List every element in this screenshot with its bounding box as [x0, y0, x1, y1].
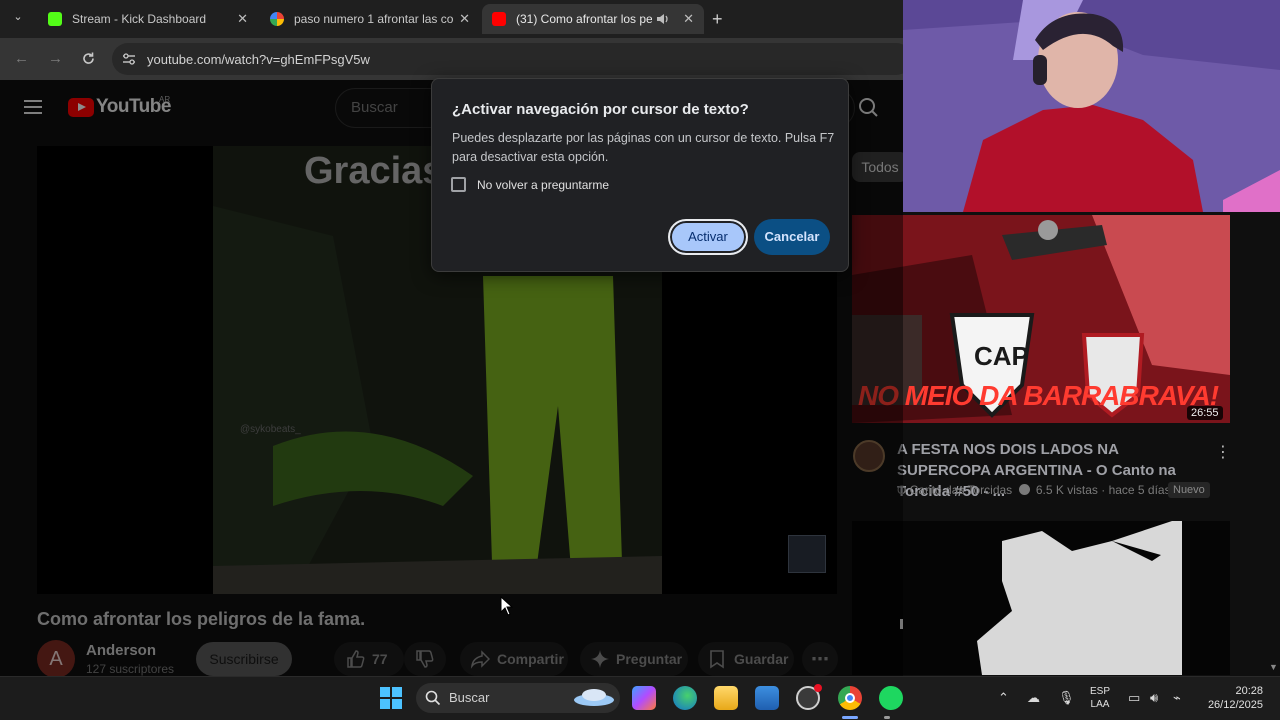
caret-browsing-dialog: ¿Activar navegación por cursor de texto?… — [431, 78, 849, 272]
language-code: ESP — [1090, 686, 1111, 697]
recommended-video-meta: O Canto das Torcidas 6.5 K vistas · hace… — [897, 483, 1171, 497]
new-badge: Nuevo — [1168, 482, 1210, 498]
spotify-icon[interactable] — [879, 686, 903, 710]
recommended-channel-name[interactable]: O Canto das Torcidas — [897, 483, 1012, 497]
svg-text:CAP: CAP — [974, 341, 1029, 371]
notification-badge — [814, 684, 822, 692]
chrome-running-indicator — [842, 716, 858, 719]
meta-separator: · — [1097, 483, 1109, 497]
video-duration: 26:55 — [1187, 406, 1223, 420]
volume-icon[interactable]: 🔊︎ — [1150, 690, 1158, 706]
recommended-video-thumbnail-2[interactable] — [852, 521, 1230, 675]
input-language-indicator[interactable]: ESP LAA — [1090, 685, 1110, 711]
chrome-icon-center — [845, 693, 855, 703]
kick-icon — [48, 12, 62, 26]
activate-button[interactable]: Activar — [668, 219, 748, 255]
close-icon[interactable]: ✕ — [683, 11, 694, 27]
thumbnail-image — [900, 521, 1182, 675]
dont-ask-again-label[interactable]: No volver a preguntarme — [477, 178, 609, 192]
microsoft-store-icon[interactable] — [755, 686, 779, 710]
dont-ask-again-checkbox[interactable] — [451, 177, 466, 192]
search-icon — [425, 690, 441, 706]
file-explorer-icon[interactable] — [714, 686, 738, 710]
tab-title: paso numero 1 afrontar las co — [294, 12, 454, 26]
windows-start-icon[interactable] — [380, 687, 402, 709]
scroll-down-arrow-icon[interactable]: ▼ — [1269, 662, 1278, 672]
upload-age: hace 5 días — [1108, 483, 1171, 497]
close-icon[interactable]: ✕ — [459, 11, 470, 27]
youtube-icon — [492, 12, 506, 26]
network-icon[interactable]: ▭ — [1128, 690, 1140, 706]
view-count: 6.5 K vistas — [1035, 483, 1098, 497]
tab-search-dropdown[interactable]: ⌄ — [8, 10, 28, 28]
tab-title: (31) Como afrontar los pelig — [516, 12, 652, 26]
site-settings-icon[interactable] — [122, 53, 136, 65]
google-icon — [270, 12, 284, 26]
taskbar-clock[interactable]: 20:28 26/12/2025 — [1203, 684, 1263, 712]
dialog-title: ¿Activar navegación por cursor de texto? — [452, 101, 749, 118]
battery-icon[interactable]: ⌁ — [1173, 690, 1181, 706]
page-scrollbar[interactable] — [1268, 212, 1280, 676]
webcam-overlay — [903, 0, 1280, 212]
tab-google-search[interactable]: paso numero 1 afrontar las co ✕ — [260, 4, 480, 34]
microphone-icon[interactable]: 🎙︎ — [1058, 690, 1075, 706]
more-vert-icon[interactable]: ⋮ — [1215, 442, 1231, 462]
thumbnail-overlay-text: NO MEIO DA BARRABRAVA! — [858, 380, 1219, 411]
clock-time: 20:28 — [1235, 685, 1263, 697]
taskbar-search-label: Buscar — [449, 690, 490, 705]
tab-kick-dashboard[interactable]: Stream - Kick Dashboard ✕ — [38, 4, 258, 34]
copilot-icon[interactable] — [632, 686, 656, 710]
keyboard-layout: LAA — [1090, 699, 1110, 710]
dialog-body: Puedes desplazarte por las páginas con u… — [452, 131, 835, 164]
search-highlight-icon — [574, 689, 614, 706]
webcam-image — [903, 0, 1280, 212]
clock-date: 26/12/2025 — [1207, 699, 1263, 711]
spotify-running-indicator — [884, 716, 890, 719]
forward-arrow-icon[interactable]: → — [48, 50, 63, 67]
edge-icon[interactable] — [673, 686, 697, 710]
chevron-up-icon[interactable]: ⌃ — [998, 690, 1009, 706]
url-text: youtube.com/watch?v=ghEmFPsgV5w — [147, 52, 370, 67]
reload-icon[interactable] — [81, 51, 96, 66]
close-icon[interactable]: ✕ — [237, 11, 248, 27]
tab-title: Stream - Kick Dashboard — [72, 12, 207, 26]
speaker-icon[interactable] — [656, 13, 670, 25]
verified-icon — [1018, 484, 1030, 495]
cloud-sync-icon[interactable]: ☁ — [1027, 690, 1040, 706]
new-tab-button[interactable]: + — [712, 9, 723, 30]
back-arrow-icon[interactable]: ← — [14, 50, 29, 67]
cancel-button[interactable]: Cancelar — [754, 219, 830, 255]
mouse-pointer-icon — [500, 596, 514, 616]
tab-youtube-video[interactable]: (31) Como afrontar los pelig ✕ — [482, 4, 704, 34]
